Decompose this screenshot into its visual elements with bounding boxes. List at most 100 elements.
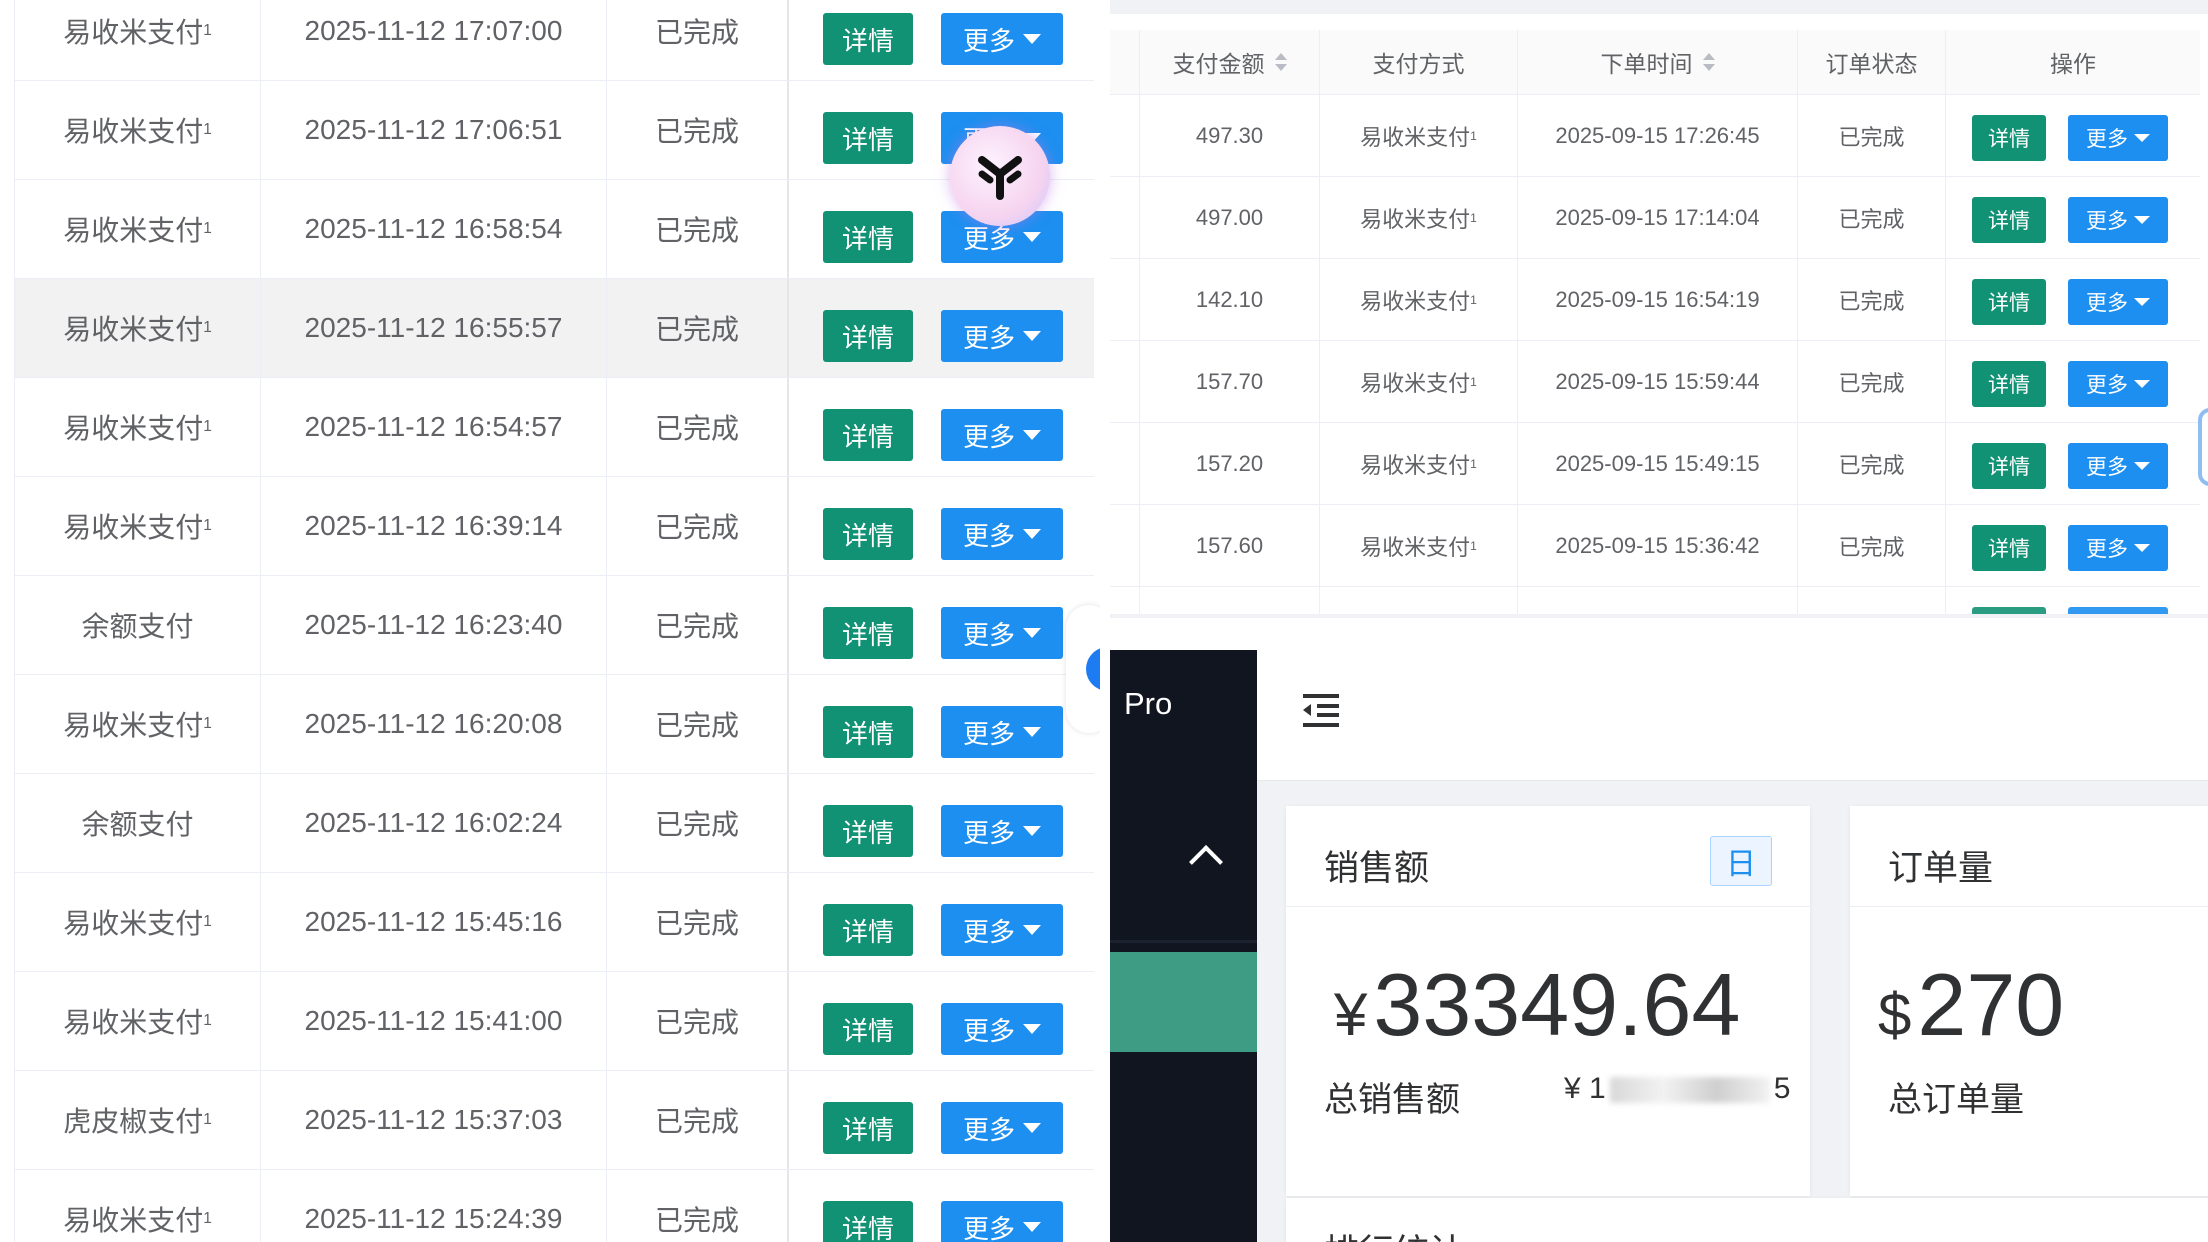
sidebar-item-active[interactable]: [1110, 952, 1257, 1052]
cell-order-status: 已完成: [607, 378, 789, 476]
cell-amount: 497.30: [1140, 95, 1320, 176]
cell-order-time: 2025-11-12 16:54:57: [261, 378, 607, 476]
caret-down-icon: [1023, 1024, 1041, 1034]
detail-button[interactable]: 详情: [823, 112, 913, 164]
more-button[interactable]: 更多: [941, 409, 1063, 461]
panel-cut-edge: [1110, 614, 2208, 618]
total-orders-label: 总订单量: [1888, 1081, 2024, 1119]
ranking-card: 排行统计: [1286, 1198, 2208, 1242]
cell-order-status: 已完成: [607, 279, 789, 377]
table-row: 易收米支付 1 2025-11-12 16:54:57 已完成 详情 更多: [14, 378, 1094, 477]
cell-payment-method: 易收米支付 1: [1320, 95, 1518, 176]
header-amount[interactable]: 支付金额: [1140, 30, 1320, 94]
detail-button[interactable]: 详情: [823, 706, 913, 758]
cell-order-time: 2025-09-15 15:36:42: [1518, 505, 1798, 586]
cell-order-status: 已完成: [1798, 505, 1946, 586]
caret-down-icon: [1023, 628, 1041, 638]
caret-down-icon: [1023, 1123, 1041, 1133]
detail-button[interactable]: 详情: [823, 310, 913, 362]
detail-button[interactable]: 详情: [823, 1102, 913, 1154]
caret-down-icon: [1023, 529, 1041, 539]
caret-down-icon: [1023, 925, 1041, 935]
cell-payment-method: 易收米支付 1: [15, 378, 261, 476]
detail-button[interactable]: 详情: [823, 904, 913, 956]
more-button[interactable]: 更多: [941, 1003, 1063, 1055]
left-order-list-panel: 易收米支付 1 2025-11-12 17:07:00 已完成 详情 更多 易收米支付 1 20…: [0, 0, 1100, 1242]
table-header: 支付金额 支付方式 下单时间 订单状态 操作: [1110, 30, 2200, 95]
cell-order-time: 2025-09-15 15:59:44: [1518, 341, 1798, 422]
sort-caret-icon[interactable]: [1274, 51, 1287, 73]
table-row: 易收米支付 1 2025-11-12 16:58:54 已完成 详情 更多: [14, 180, 1094, 279]
more-button[interactable]: 更多: [2068, 361, 2168, 407]
total-sales-label: 总销售额: [1324, 1081, 1460, 1119]
more-button[interactable]: 更多: [941, 607, 1063, 659]
more-button[interactable]: 更多: [2068, 115, 2168, 161]
more-button[interactable]: 更多: [941, 13, 1063, 65]
sort-caret-icon[interactable]: [1702, 51, 1715, 73]
chevron-up-icon[interactable]: [1189, 845, 1223, 879]
cell-payment-method: 易收米支付 1: [15, 81, 261, 179]
more-button[interactable]: 更多: [2068, 279, 2168, 325]
caret-down-icon: [2134, 134, 2150, 142]
cell-payment-method: 易收米支付 1: [15, 180, 261, 278]
cell-order-time: 2025-11-12 16:39:14: [261, 477, 607, 575]
more-button[interactable]: 更多: [2068, 525, 2168, 571]
caret-down-icon: [1023, 1222, 1041, 1232]
table-row: 易收米支付12025-11-12 17:06:51已完成详情更多: [14, 81, 1094, 180]
detail-button[interactable]: 详情: [823, 13, 913, 65]
detail-button[interactable]: 详情: [823, 1003, 913, 1055]
detail-button[interactable]: 详情: [1972, 197, 2046, 243]
more-button[interactable]: 更多: [941, 904, 1063, 956]
more-button[interactable]: 更多: [941, 805, 1063, 857]
menu-fold-icon[interactable]: [1301, 692, 1341, 728]
cell-order-status: 已完成: [607, 180, 789, 278]
detail-button[interactable]: 详情: [1972, 361, 2046, 407]
more-button[interactable]: 更多: [2068, 443, 2168, 489]
cell-order-time: 2025-11-12 15:37:03: [261, 1071, 607, 1169]
cell-order-time: 2025-11-12 15:24:39: [261, 1170, 607, 1242]
side-tab-dot-icon: [1086, 647, 1100, 691]
ranking-card-title: 排行统计: [1324, 1224, 1464, 1242]
detail-button[interactable]: 详情: [1972, 525, 2046, 571]
orders-card-title: 订单量: [1888, 849, 1994, 888]
cell-order-time: 2025-11-12 15:45:16: [261, 873, 607, 971]
detail-button[interactable]: 详情: [823, 211, 913, 263]
cell-order-time: 2025-11-12 16:23:40: [261, 576, 607, 674]
brand-logo-icon: [950, 126, 1050, 226]
table-row: 易收米支付 1 2025-11-12 16:20:08 已完成 详情 更多: [14, 675, 1094, 774]
cell-payment-method: 易收米支付 1: [1320, 259, 1518, 340]
more-button[interactable]: 更多: [941, 1201, 1063, 1242]
more-button[interactable]: 更多: [941, 1102, 1063, 1154]
more-button[interactable]: 更多: [941, 310, 1063, 362]
header-method: 支付方式: [1320, 30, 1518, 94]
detail-button[interactable]: 详情: [823, 805, 913, 857]
caret-down-icon: [1023, 331, 1041, 341]
header-action: 操作: [2050, 51, 2096, 77]
detail-button[interactable]: 详情: [823, 607, 913, 659]
detail-button[interactable]: 详情: [823, 409, 913, 461]
table-row: 497.00 易收米支付 1 2025-09-15 17:14:04 已完成 详情 更多: [1110, 177, 2200, 259]
left-order-table: 易收米支付 1 2025-11-12 17:07:00 已完成 详情 更多 易收米支付 1 20…: [14, 0, 1094, 1242]
detail-button[interactable]: 详情: [1972, 115, 2046, 161]
cell-order-time: 2025-11-12 16:58:54: [261, 180, 607, 278]
floating-side-tab-edge[interactable]: [2198, 408, 2208, 486]
more-button[interactable]: 更多: [941, 508, 1063, 560]
cell-payment-method: 易收米支付 1: [15, 477, 261, 575]
header-status: 订单状态: [1798, 30, 1946, 94]
cell-payment-method: 易收米支付 1: [1320, 177, 1518, 258]
table-row: 157.70 易收米支付 1 2025-09-15 15:59:44 已完成 详情 更多: [1110, 341, 2200, 423]
right-order-list-panel: 支付金额 支付方式 下单时间 订单状态 操作 497.30 易收米支付 1 2025-…: [1110, 0, 2208, 618]
cell-order-status: 已完成: [1798, 177, 1946, 258]
detail-button[interactable]: 详情: [823, 508, 913, 560]
header-time[interactable]: 下单时间: [1518, 30, 1798, 94]
detail-button[interactable]: 详情: [1972, 443, 2046, 489]
cell-payment-method: 易收米支付 1: [1320, 341, 1518, 422]
more-button[interactable]: 更多: [2068, 197, 2168, 243]
sales-value: ¥33349.64: [1334, 955, 1741, 1054]
more-button[interactable]: 更多: [941, 706, 1063, 758]
floating-side-tab[interactable]: [1066, 605, 1100, 733]
detail-button[interactable]: 详情: [823, 1201, 913, 1242]
cell-order-time: 2025-11-12 16:02:24: [261, 774, 607, 872]
period-badge[interactable]: 日: [1710, 836, 1772, 886]
detail-button[interactable]: 详情: [1972, 279, 2046, 325]
